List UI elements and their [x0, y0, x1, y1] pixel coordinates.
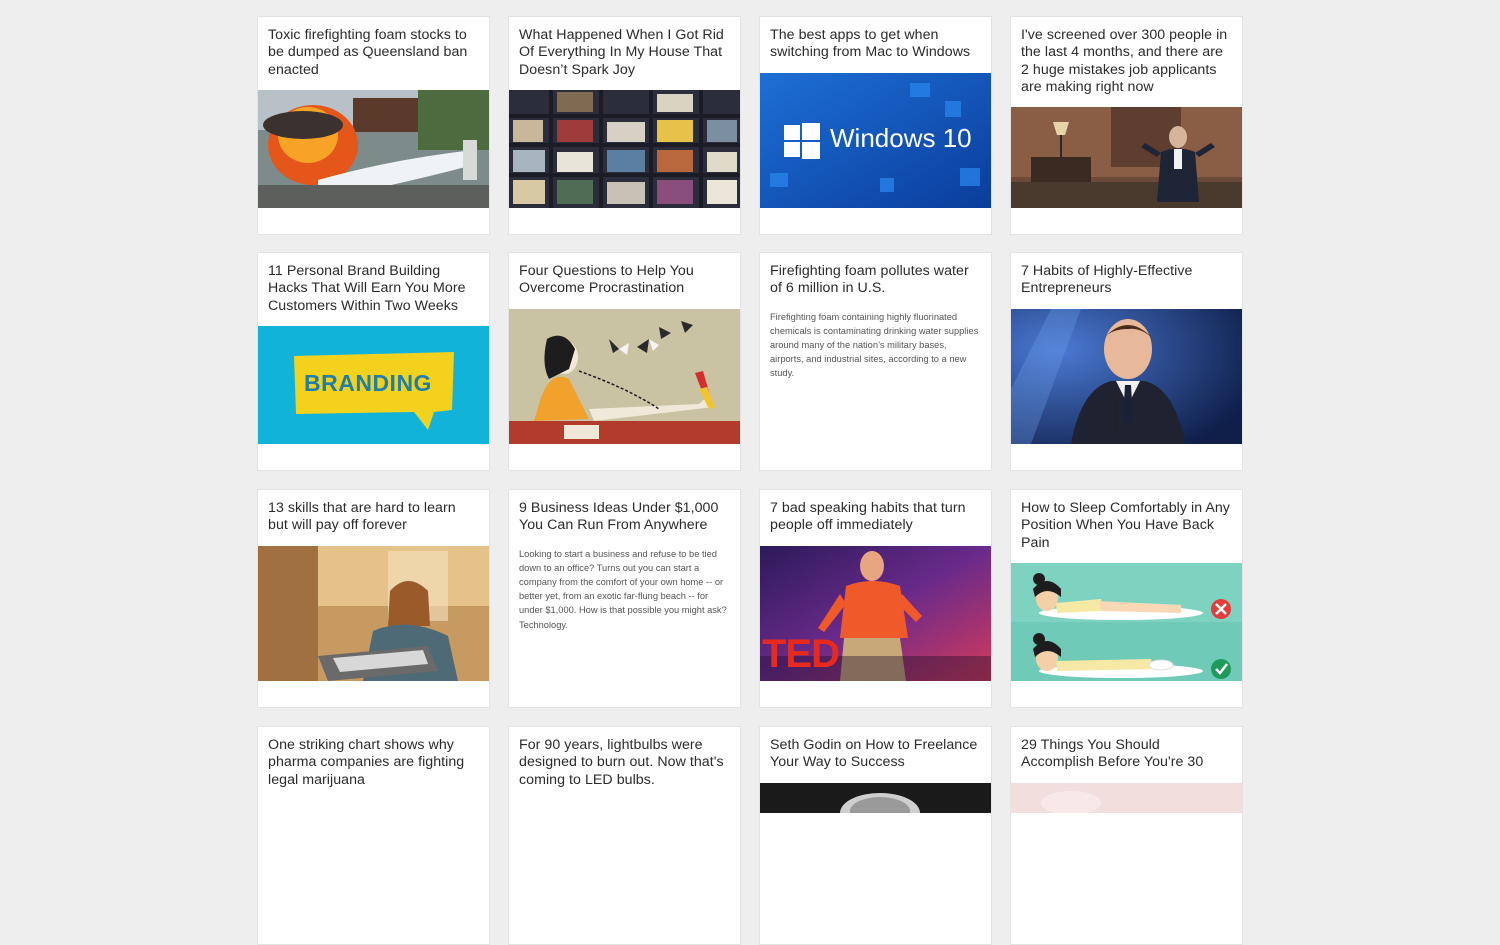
article-description: Looking to start a business and refuse t… — [519, 548, 727, 630]
article-card[interactable]: One striking chart shows why pharma comp… — [257, 726, 490, 945]
article-title[interactable]: I've screened over 300 people in the las… — [1021, 27, 1232, 96]
article-card[interactable]: Firefighting foam pollutes water of 6 mi… — [759, 252, 992, 471]
article-title[interactable]: 13 skills that are hard to learn but wil… — [268, 500, 479, 535]
article-title[interactable]: 7 bad speaking habits that turn people o… — [770, 500, 981, 535]
article-title[interactable]: The best apps to get when switching from… — [770, 27, 981, 62]
article-title[interactable]: Four Questions to Help You Overcome Proc… — [519, 263, 730, 298]
article-title[interactable]: 7 Habits of Highly-Effective Entrepreneu… — [1021, 263, 1232, 298]
article-thumbnail[interactable] — [258, 546, 489, 681]
article-card[interactable]: How to Sleep Comfortably in Any Position… — [1010, 489, 1243, 708]
branding-sign-text: BRANDING — [304, 370, 432, 396]
article-title[interactable]: What Happened When I Got Rid Of Everythi… — [519, 27, 730, 79]
article-title[interactable]: Firefighting foam pollutes water of 6 mi… — [770, 263, 981, 298]
article-title[interactable]: How to Sleep Comfortably in Any Position… — [1021, 500, 1232, 552]
article-card[interactable]: For 90 years, lightbulbs were designed t… — [508, 726, 741, 945]
article-title[interactable]: One striking chart shows why pharma comp… — [268, 737, 479, 789]
article-title[interactable]: 9 Business Ideas Under $1,000 You Can Ru… — [519, 500, 730, 535]
article-card[interactable]: 29 Things You Should Accomplish Before Y… — [1010, 726, 1243, 945]
article-thumbnail[interactable] — [509, 309, 740, 444]
article-thumbnail[interactable] — [509, 90, 740, 208]
article-card[interactable]: I've screened over 300 people in the las… — [1010, 16, 1243, 235]
article-card[interactable]: Four Questions to Help You Overcome Proc… — [508, 252, 741, 471]
article-card[interactable]: 11 Personal Brand Building Hacks That Wi… — [257, 252, 490, 471]
article-title[interactable]: Seth Godin on How to Freelance Your Way … — [770, 737, 981, 772]
article-thumbnail[interactable]: TED — [760, 546, 991, 681]
article-thumbnail[interactable] — [1011, 783, 1242, 813]
article-thumbnail[interactable]: BRANDING — [258, 326, 489, 444]
article-thumbnail[interactable] — [1011, 309, 1242, 444]
article-thumbnail[interactable] — [1011, 563, 1242, 681]
article-card[interactable]: 13 skills that are hard to learn but wil… — [257, 489, 490, 708]
article-thumbnail[interactable]: Windows 10 — [760, 73, 991, 208]
article-card[interactable]: 7 bad speaking habits that turn people o… — [759, 489, 992, 708]
article-card[interactable]: What Happened When I Got Rid Of Everythi… — [508, 16, 741, 235]
article-title[interactable]: Toxic firefighting foam stocks to be dum… — [268, 27, 479, 79]
article-card[interactable]: The best apps to get when switching from… — [759, 16, 992, 235]
windows10-logo-text: Windows 10 — [830, 123, 972, 153]
article-thumbnail[interactable] — [258, 90, 489, 208]
article-card[interactable]: Seth Godin on How to Freelance Your Way … — [759, 726, 992, 945]
article-description: Firefighting foam containing highly fluo… — [770, 311, 979, 379]
article-thumbnail[interactable] — [1011, 107, 1242, 208]
article-title[interactable]: For 90 years, lightbulbs were designed t… — [519, 737, 730, 789]
ted-logo-text: TED — [762, 632, 840, 676]
article-card[interactable]: Toxic firefighting foam stocks to be dum… — [257, 16, 490, 235]
article-thumbnail[interactable] — [760, 783, 991, 813]
article-card[interactable]: 9 Business Ideas Under $1,000 You Can Ru… — [508, 489, 741, 708]
article-title[interactable]: 29 Things You Should Accomplish Before Y… — [1021, 737, 1232, 772]
article-card[interactable]: 7 Habits of Highly-Effective Entrepreneu… — [1010, 252, 1243, 471]
article-title[interactable]: 11 Personal Brand Building Hacks That Wi… — [268, 263, 479, 315]
check-icon — [1211, 659, 1231, 679]
